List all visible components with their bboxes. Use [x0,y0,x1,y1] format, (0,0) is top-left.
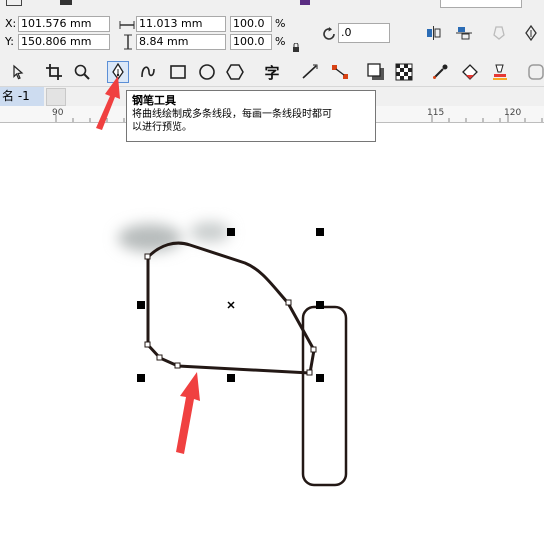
new-tab-button[interactable] [46,88,66,106]
nib-icon[interactable] [522,24,540,42]
pen-path[interactable] [146,241,316,375]
tooltip-line: 将曲线绘制成多条线段，每画一条线段时都可 [132,109,332,120]
smart-fill-tool-icon[interactable] [490,62,510,82]
transparency-tool-icon[interactable] [394,62,414,82]
scale-width-field[interactable]: 100.0 [230,16,272,32]
red-arrow-canvas-icon [176,372,200,454]
tooltip-line: 以进行预览。 [132,122,192,133]
x-label: X: [5,17,17,30]
top-menu-strip [0,0,544,8]
document-tab[interactable]: 名 -1 [0,87,44,106]
rotation-icon [320,25,338,47]
rectangle-tool-icon[interactable] [168,62,188,82]
dimension-tool-icon[interactable] [300,62,320,82]
mirror-vertical-icon[interactable] [455,24,473,42]
y-label: Y: [5,35,14,48]
polygon-tool-icon[interactable] [225,62,245,82]
path-nodes[interactable] [144,253,317,376]
artistic-media-tool-icon[interactable] [138,62,158,82]
x-position-field[interactable]: 101.576 mm [18,16,110,32]
percent-h-label: % [275,35,286,48]
tooltip-title: 钢笔工具 [132,94,176,107]
width-field[interactable]: 11.013 mm [136,16,226,32]
height-icon [122,34,134,54]
pick-tool-icon[interactable] [8,62,28,82]
y-position-field[interactable]: 150.806 mm [18,34,110,50]
pen-options-icon[interactable] [490,24,508,42]
drawing-canvas[interactable] [0,123,544,539]
red-arrow-toolbar-icon [96,76,120,130]
eyedropper-tool-icon[interactable] [430,62,450,82]
property-bar: X: 101.576 mm Y: 150.806 mm 11.013 mm 8.… [0,8,544,59]
toolbar-icon[interactable] [300,0,310,5]
toolbox: 字 [0,58,544,87]
rotation-angle-field[interactable]: .0 [338,23,390,43]
tooltip-description: 将曲线绘制成多条线段，每画一条线段时都可 以进行预览。 [132,108,370,134]
pen-tool-tooltip: 钢笔工具 将曲线绘制成多条线段，每画一条线段时都可 以进行预览。 [126,90,376,142]
ruler-label: 115 [427,108,445,118]
color-swatch-icon[interactable] [526,62,544,82]
percent-w-label: % [275,17,286,30]
rounded-rectangle[interactable] [301,305,348,487]
toolbar-icon[interactable] [60,0,72,5]
height-field[interactable]: 8.84 mm [136,34,226,50]
mirror-horizontal-icon[interactable] [425,24,443,42]
crop-tool-icon[interactable] [44,62,64,82]
blur-smudge [118,222,230,252]
ellipse-tool-icon[interactable] [197,62,217,82]
lock-ratio-icon[interactable] [292,38,300,57]
scale-height-field[interactable]: 100.0 [230,34,272,50]
center-mark-icon [227,301,235,309]
ruler-label: 90 [52,108,64,118]
ruler-label: 120 [504,108,522,118]
top-combo-box[interactable] [440,0,522,8]
drop-shadow-tool-icon[interactable] [366,62,386,82]
interactive-fill-tool-icon[interactable] [460,62,480,82]
toolbar-icon[interactable] [6,0,22,6]
connector-tool-icon[interactable] [330,62,350,82]
text-tool-icon[interactable]: 字 [262,62,282,82]
